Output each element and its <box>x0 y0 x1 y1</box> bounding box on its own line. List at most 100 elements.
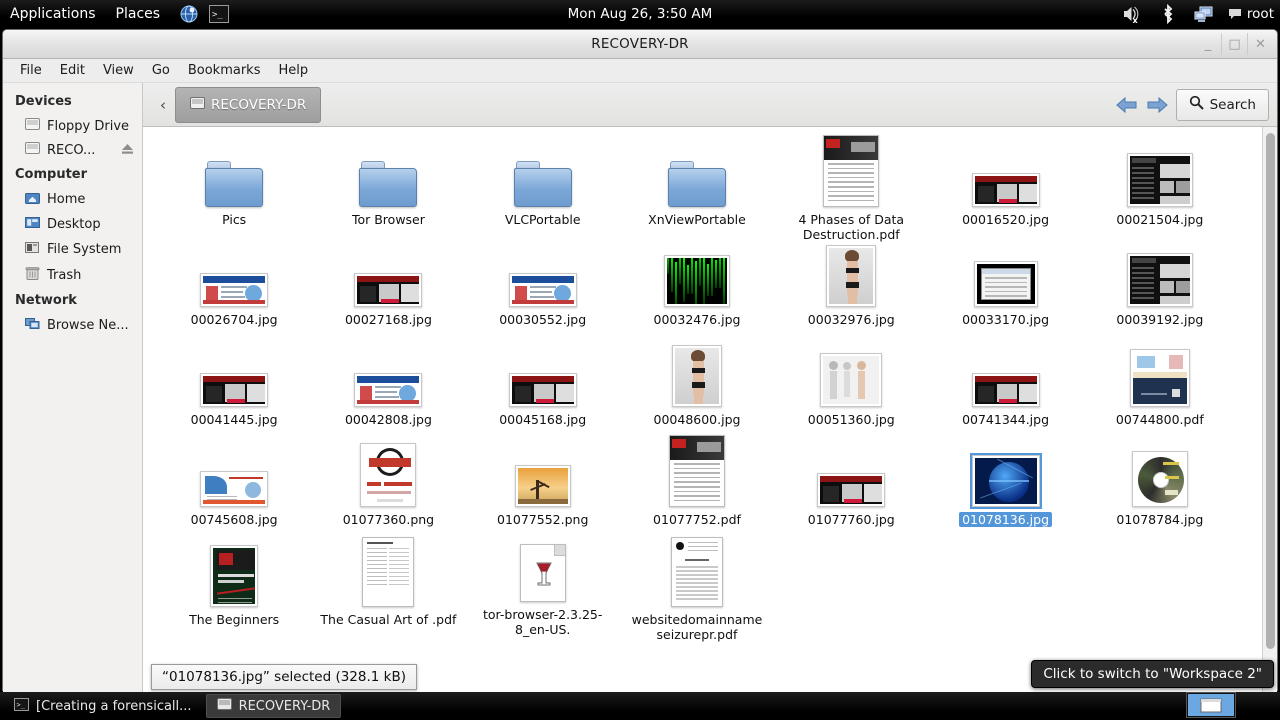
file-item[interactable]: 00042808.jpg <box>311 337 465 437</box>
file-item[interactable]: The Beginners <box>157 537 311 637</box>
file-item[interactable]: 00033170.jpg <box>928 237 1082 337</box>
file-item[interactable]: Pics <box>157 137 311 237</box>
menu-file[interactable]: File <box>11 60 51 81</box>
sidebar-item-label: RECO... <box>47 142 96 158</box>
file-item[interactable]: 00032976.jpg <box>774 237 928 337</box>
sidebar-item-label: File System <box>47 242 122 257</box>
file-item[interactable]: 00048600.jpg <box>620 337 774 437</box>
drive-icon <box>216 698 232 714</box>
file-label: 00041445.jpg <box>190 412 278 427</box>
file-item[interactable]: 00032476.jpg <box>620 237 774 337</box>
image-thumbnail <box>971 373 1040 407</box>
maximize-button[interactable]: □ <box>1221 33 1247 55</box>
image-thumbnail <box>508 373 577 407</box>
file-item[interactable]: 00016520.jpg <box>928 137 1082 237</box>
file-item[interactable]: 4 Phases of Data Destruction.pdf <box>774 135 928 242</box>
file-item[interactable]: 00021504.jpg <box>1083 137 1237 237</box>
task-button-terminal[interactable]: >_ [Creating a forensicall... <box>4 694 202 718</box>
minimize-button[interactable]: _ <box>1195 33 1221 55</box>
file-label: 00045168.jpg <box>499 412 587 427</box>
sidebar-item-floppy-drive[interactable]: Floppy Drive <box>3 114 142 138</box>
bluetooth-icon[interactable] <box>1156 2 1180 26</box>
menu-go[interactable]: Go <box>143 60 179 81</box>
image-thumbnail <box>210 545 259 607</box>
file-item[interactable]: 01077752.pdf <box>620 435 774 537</box>
file-item[interactable]: 00030552.jpg <box>466 237 620 337</box>
back-arrow-icon[interactable] <box>1112 96 1142 114</box>
icon-view[interactable]: Pics Tor Browser VLCPortable XnViewPortable… <box>143 127 1277 692</box>
volume-muted-icon[interactable]: x <box>1120 2 1144 26</box>
file-item[interactable]: 00027168.jpg <box>311 237 465 337</box>
file-label: 01078784.jpg <box>1116 512 1204 527</box>
eject-icon[interactable] <box>121 143 134 158</box>
close-button[interactable]: ✕ <box>1247 33 1273 55</box>
pdf-thumbnail <box>1129 349 1190 407</box>
workspace-switcher[interactable] <box>1186 692 1236 718</box>
scrollbar-thumb[interactable] <box>1266 133 1275 649</box>
file-item[interactable]: Tor Browser <box>311 137 465 237</box>
path-back-chevron[interactable]: ‹ <box>151 96 175 114</box>
web-browser-icon[interactable] <box>178 3 200 25</box>
file-item[interactable]: 01077760.jpg <box>774 437 928 537</box>
file-item[interactable]: 00744800.pdf <box>1083 337 1237 437</box>
window-thumbnail-icon <box>1200 698 1222 712</box>
file-item[interactable]: tor-browser-2.3.25-8_en-US. <box>466 537 620 637</box>
places-menu[interactable]: Places <box>106 3 171 25</box>
file-item[interactable]: websitedomainname seizurepr.pdf <box>620 537 774 642</box>
sidebar-item-browse-network[interactable]: Browse Ne... <box>3 313 142 338</box>
vertical-scrollbar[interactable] <box>1262 127 1277 692</box>
top-panel: Applications Places >_ Mon Aug 26, 3:50 … <box>0 0 1280 28</box>
file-label: 01077360.png <box>342 512 435 527</box>
sidebar-item-file-system[interactable]: File System <box>3 237 142 262</box>
file-item[interactable]: 01078784.jpg <box>1083 437 1237 537</box>
menu-bookmarks[interactable]: Bookmarks <box>179 60 270 81</box>
image-thumbnail <box>200 471 269 507</box>
file-label: 00021504.jpg <box>1116 212 1204 227</box>
search-button[interactable]: Search <box>1175 88 1269 121</box>
workspace-1[interactable] <box>1188 694 1234 716</box>
file-item[interactable]: 00045168.jpg <box>466 337 620 437</box>
file-item[interactable]: The Casual Art of .pdf <box>311 537 465 637</box>
file-item[interactable]: 00026704.jpg <box>157 237 311 337</box>
user-menu[interactable]: root <box>1228 6 1274 22</box>
network-icon[interactable] <box>1192 2 1216 26</box>
image-thumbnail <box>508 273 577 307</box>
file-item[interactable]: 00741344.jpg <box>928 337 1082 437</box>
file-item[interactable]: 00051360.jpg <box>774 337 928 437</box>
file-thumbnail <box>210 543 259 607</box>
file-thumbnail <box>514 443 571 507</box>
file-item[interactable]: XnViewPortable <box>620 137 774 237</box>
applications-menu[interactable]: Applications <box>0 3 106 25</box>
file-item[interactable]: 00039192.jpg <box>1083 237 1237 337</box>
menu-help[interactable]: Help <box>269 60 317 81</box>
file-item[interactable]: 00041445.jpg <box>157 337 311 437</box>
file-item-selected[interactable]: 01078136.jpg <box>928 437 1082 537</box>
image-thumbnail <box>971 173 1040 207</box>
breadcrumb-recovery-dr[interactable]: RECOVERY-DR <box>175 86 322 123</box>
window-titlebar[interactable]: RECOVERY-DR _ □ ✕ <box>3 30 1277 59</box>
file-item[interactable]: 00745608.jpg <box>157 437 311 537</box>
sidebar-item-trash[interactable]: Trash <box>3 262 142 288</box>
image-thumbnail <box>817 473 886 507</box>
file-item[interactable]: VLCPortable <box>466 137 620 237</box>
file-item[interactable]: 01077552.png <box>466 437 620 537</box>
sidebar-item-desktop[interactable]: Desktop <box>3 212 142 237</box>
menubar: File Edit View Go Bookmarks Help <box>3 59 1277 83</box>
sidebar-item-home[interactable]: Home <box>3 187 142 212</box>
file-label: 00033170.jpg <box>962 312 1050 327</box>
menu-edit[interactable]: Edit <box>51 60 94 81</box>
file-label: The Casual Art of .pdf <box>320 612 457 627</box>
forward-arrow-icon[interactable] <box>1142 96 1172 114</box>
file-label: 00016520.jpg <box>962 212 1050 227</box>
drive-icon <box>25 142 40 158</box>
file-label: 01077760.jpg <box>807 512 895 527</box>
menu-view[interactable]: View <box>94 60 143 81</box>
terminal-icon[interactable]: >_ <box>208 3 230 25</box>
sidebar-section-computer: Computer <box>15 167 88 182</box>
file-label: 01077552.png <box>497 512 589 527</box>
file-item[interactable]: 01077360.png <box>311 437 465 537</box>
task-button-recovery-dr[interactable]: RECOVERY-DR <box>205 694 342 718</box>
file-thumbnail <box>973 243 1038 307</box>
image-thumbnail <box>1126 153 1193 207</box>
sidebar-item-recovery-dr[interactable]: RECO... <box>3 138 142 162</box>
